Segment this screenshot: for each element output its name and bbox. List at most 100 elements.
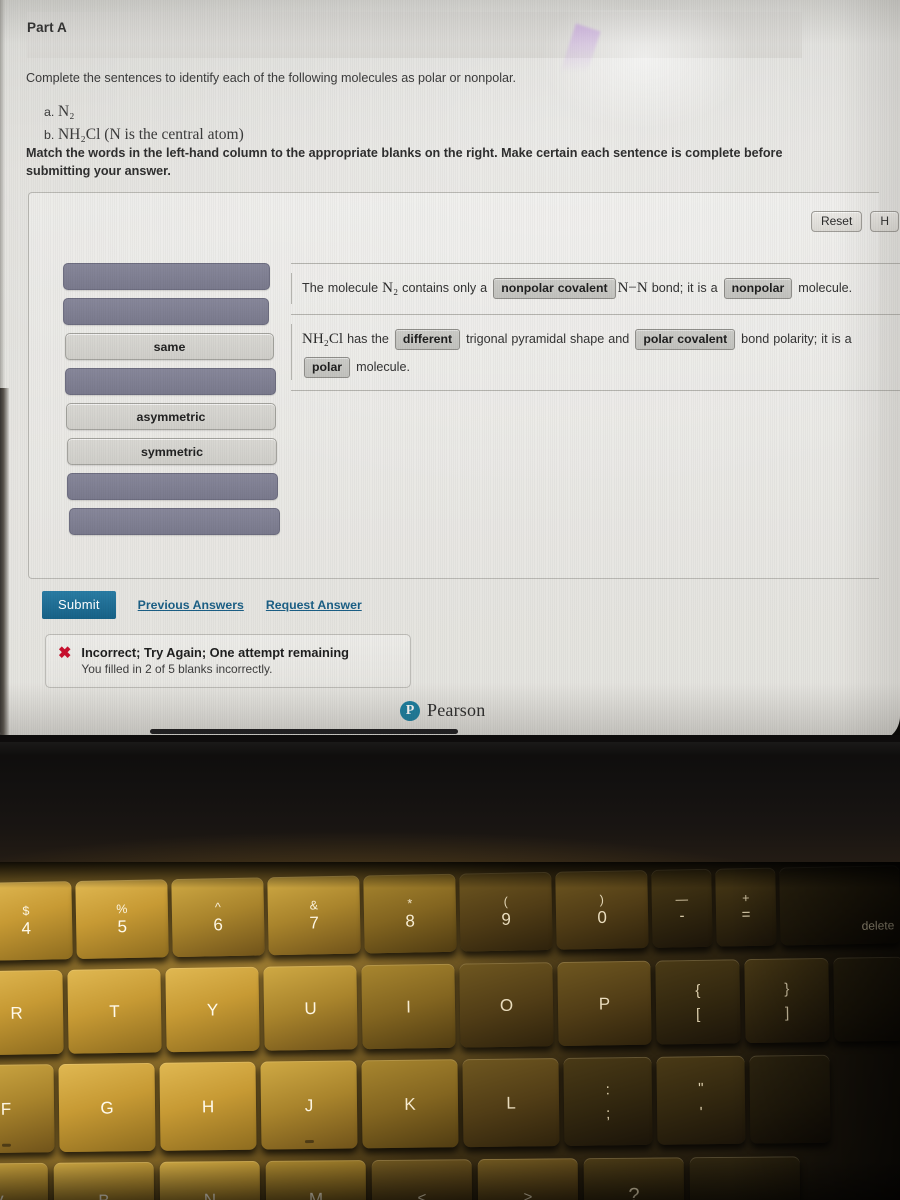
key-t[interactable]: T [67,968,162,1054]
key-k[interactable]: K [361,1059,459,1149]
submit-button[interactable]: Submit [42,591,116,619]
sentence-row-1: The molecule N₂ contains only a nonpolar… [291,263,900,314]
key-8-label: 8 [405,911,416,931]
key-backslash[interactable] [833,956,900,1042]
key-left-brace-label: { [695,981,701,999]
sentence-row-2: NH₂Cl has the different trigonal pyramid… [291,313,900,392]
previous-answers-link[interactable]: Previous Answers [138,598,244,612]
key-8[interactable]: * 8 [363,873,457,954]
key-n[interactable]: N [159,1160,261,1200]
key-b-label: B [98,1191,110,1200]
feedback-title: Incorrect; Try Again; One attempt remain… [81,645,350,660]
key-comma[interactable]: < [371,1159,473,1200]
key-u[interactable]: U [263,965,358,1051]
key-colon-label: : [605,1080,611,1098]
laptop-screen: Part A Complete the sentences to identif… [0,0,900,742]
question-prompt: Complete the sentences to identify each … [26,71,517,85]
blank-2a-different[interactable]: different [394,328,461,350]
key-m[interactable]: M [265,1160,367,1200]
key-delete[interactable]: delete [779,865,900,946]
word-tile-6[interactable] [67,473,278,500]
key-9[interactable]: ( 9 [459,871,553,952]
word-tile-symmetric[interactable]: symmetric [67,438,277,465]
key-slash[interactable]: ? [583,1157,685,1200]
word-tile-7[interactable] [69,508,280,535]
key-equals[interactable]: + = [715,867,777,947]
key-p[interactable]: P [557,960,652,1047]
key-0[interactable]: ) 0 [555,870,649,950]
blank-1b-nonpolar[interactable]: nonpolar [723,278,793,300]
sentence-1-part-3: bond; it is a [647,281,722,295]
sentence-2-part-3: bond polarity; it is a [737,331,852,346]
key-m-label: M [308,1188,324,1200]
sentence-1-part-1: The molecule [302,281,383,295]
key-quote[interactable]: " ' [656,1055,746,1145]
blank-2c-polar[interactable]: polar [304,356,351,378]
key-o-label: O [499,995,514,1015]
cross-icon: ✖ [58,645,72,662]
key-y[interactable]: Y [165,966,260,1053]
molecule-b-formula: NH₂Cl (N is the central atom) [57,126,244,144]
key-5-shift: % [116,901,128,916]
key-minus-label: - [679,907,685,925]
key-l[interactable]: L [462,1057,560,1148]
sentence-1-bond: N−N [617,280,648,296]
key-4-label: 4 [21,919,32,939]
key-right-bracket[interactable]: } ] [744,957,830,1044]
word-tile-3[interactable] [65,368,276,395]
reset-button[interactable]: Reset [810,211,863,232]
blank-1a-nonpolar-covalent[interactable]: nonpolar covalent [493,278,616,300]
word-tile-0[interactable] [63,263,270,290]
word-tile-same[interactable]: same [65,333,274,360]
key-r[interactable]: R [0,969,64,1056]
key-j[interactable]: J [260,1060,358,1150]
sentence-1-formula: N₂ [382,280,399,296]
sentence-1-part-2: contains only a [398,281,492,295]
key-7-label: 7 [309,913,320,933]
key-j-homing-bar-icon [304,1139,314,1144]
key-equals-label: = [741,906,751,924]
key-n-label: N [203,1189,217,1200]
key-semicolon-labels: : ; [606,1081,611,1122]
horizontal-scrollbar[interactable] [150,729,458,734]
key-i[interactable]: I [361,963,456,1050]
key-0-shift: ) [599,892,604,907]
sentence-box-1: The molecule N₂ contains only a nonpolar… [291,273,900,304]
key-g[interactable]: G [58,1062,156,1153]
word-bank: same asymmetric symmetric [63,263,281,543]
help-button[interactable]: H [870,211,899,232]
word-tile-1[interactable] [63,298,269,325]
key-4[interactable]: $ 4 [0,881,73,961]
word-tile-asymmetric[interactable]: asymmetric [66,403,276,430]
key-6-label: 6 [213,915,224,935]
request-answer-link[interactable]: Request Answer [266,598,362,612]
key-7[interactable]: & 7 [267,875,361,956]
key-f[interactable]: F [0,1064,55,1154]
hinge-sheen [0,742,900,756]
key-5[interactable]: % 5 [75,879,169,959]
key-minus[interactable]: — - [651,868,713,948]
key-right-bracket-labels: } ] [784,980,790,1021]
key-minus-shift: — [675,891,689,907]
key-right-brace-label: } [784,979,790,998]
key-return[interactable] [749,1054,831,1144]
key-h[interactable]: H [159,1061,257,1151]
key-right-shift[interactable] [689,1156,801,1200]
key-l-label: L [506,1093,516,1113]
key-o[interactable]: O [459,962,554,1048]
key-b[interactable]: B [53,1161,155,1200]
key-left-bracket[interactable]: { [ [655,959,741,1045]
sentence-divider [291,390,900,392]
key-v[interactable]: V [0,1162,49,1200]
laptop-keyboard: $ 4 % 5 ^ 6 & 7 * 8 ( 9) 0 — - + = dele… [0,862,900,1200]
key-6[interactable]: ^ 6 [171,877,265,958]
key-left-bracket-label: [ [695,1005,701,1023]
molecule-a-formula: N₂ [57,103,75,120]
matching-instructions: Match the words in the left-hand column … [26,146,783,178]
key-semicolon[interactable]: : ; [563,1056,653,1146]
blank-2b-polar-covalent[interactable]: polar covalent [635,328,736,350]
keyboard-row-bottom: V B N M < > ? [0,1156,801,1200]
molecule-a-label: a. [44,105,55,119]
key-period[interactable]: > [477,1158,579,1200]
key-left-bracket-labels: { [ [695,981,701,1022]
